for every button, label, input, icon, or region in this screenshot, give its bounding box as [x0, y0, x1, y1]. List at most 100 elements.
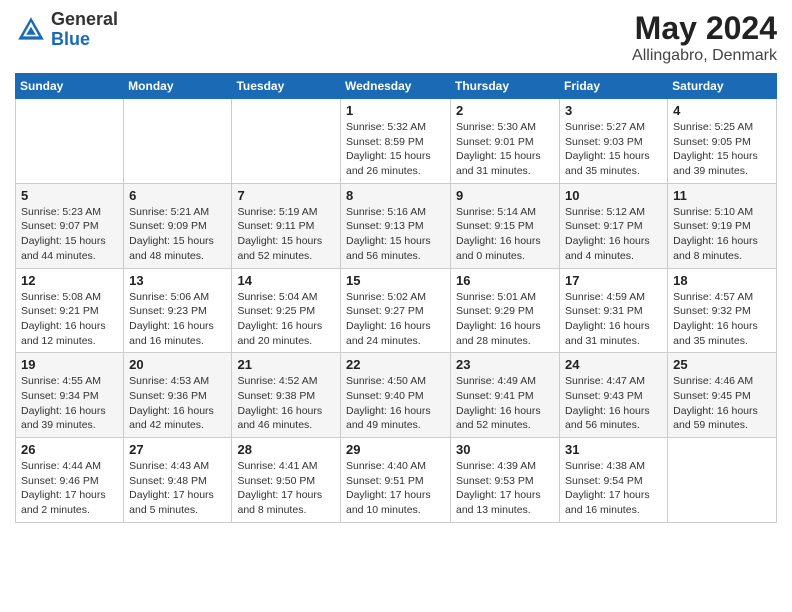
day-number: 6	[129, 188, 226, 203]
calendar-day-8: 8Sunrise: 5:16 AM Sunset: 9:13 PM Daylig…	[341, 183, 451, 268]
day-number: 27	[129, 442, 226, 457]
day-number: 13	[129, 273, 226, 288]
calendar-day-23: 23 Sunrise: 4:49 AM Sunset: 9:41 PM Dayli…	[451, 353, 560, 438]
day-number: 15	[346, 273, 445, 288]
day-number: 19	[21, 357, 118, 372]
calendar-title: May 2024	[632, 10, 777, 47]
day-info: Sunrise: 5:01 AM Sunset: 9:29 PM Dayligh…	[456, 290, 554, 349]
calendar-day-18: 18 Sunrise: 4:57 AM Sunset: 9:32 PM Dayli…	[668, 268, 777, 353]
day-header-wednesday: Wednesday	[341, 74, 451, 99]
logo-icon	[15, 14, 47, 46]
calendar-day-28: 28 Sunrise: 4:41 AM Sunset: 9:50 PM Dayli…	[232, 438, 341, 523]
calendar-day-3: 3Sunrise: 5:27 AM Sunset: 9:03 PM Daylig…	[560, 99, 668, 184]
calendar-week-3: 12 Sunrise: 5:08 AM Sunset: 9:21 PM Dayli…	[16, 268, 777, 353]
calendar-day-27: 27 Sunrise: 4:43 AM Sunset: 9:48 PM Dayli…	[124, 438, 232, 523]
day-number: 23	[456, 357, 554, 372]
day-info: Sunrise: 4:41 AM Sunset: 9:50 PM Dayligh…	[237, 459, 335, 518]
day-info: Sunrise: 4:59 AM Sunset: 9:31 PM Dayligh…	[565, 290, 662, 349]
day-header-monday: Monday	[124, 74, 232, 99]
calendar-day-7: 7 Sunrise: 5:19 AM Sunset: 9:11 PM Daylig…	[232, 183, 341, 268]
day-header-friday: Friday	[560, 74, 668, 99]
day-header-thursday: Thursday	[451, 74, 560, 99]
calendar-day-12: 12 Sunrise: 5:08 AM Sunset: 9:21 PM Dayli…	[16, 268, 124, 353]
day-number: 18	[673, 273, 771, 288]
calendar-day-30: 30 Sunrise: 4:39 AM Sunset: 9:53 PM Dayli…	[451, 438, 560, 523]
empty-cell	[668, 438, 777, 523]
day-info: Sunrise: 4:50 AM Sunset: 9:40 PM Dayligh…	[346, 374, 445, 433]
day-info: Sunrise: 5:12 AM Sunset: 9:17 PM Dayligh…	[565, 205, 662, 264]
day-info: Sunrise: 4:38 AM Sunset: 9:54 PM Dayligh…	[565, 459, 662, 518]
calendar-day-24: 24 Sunrise: 4:47 AM Sunset: 9:43 PM Dayli…	[560, 353, 668, 438]
calendar-day-17: 17 Sunrise: 4:59 AM Sunset: 9:31 PM Dayli…	[560, 268, 668, 353]
day-info: Sunrise: 5:32 AM Sunset: 8:59 PM Dayligh…	[346, 120, 445, 179]
day-number: 20	[129, 357, 226, 372]
day-number: 14	[237, 273, 335, 288]
calendar-day-5: 5Sunrise: 5:23 AM Sunset: 9:07 PM Daylig…	[16, 183, 124, 268]
logo: General Blue	[15, 10, 118, 50]
day-header-saturday: Saturday	[668, 74, 777, 99]
calendar-day-9: 9 Sunrise: 5:14 AM Sunset: 9:15 PM Daylig…	[451, 183, 560, 268]
day-info: Sunrise: 5:02 AM Sunset: 9:27 PM Dayligh…	[346, 290, 445, 349]
empty-cell	[124, 99, 232, 184]
calendar-day-16: 16 Sunrise: 5:01 AM Sunset: 9:29 PM Dayli…	[451, 268, 560, 353]
day-info: Sunrise: 5:27 AM Sunset: 9:03 PM Dayligh…	[565, 120, 662, 179]
calendar-day-25: 25 Sunrise: 4:46 AM Sunset: 9:45 PM Dayli…	[668, 353, 777, 438]
day-info: Sunrise: 5:21 AM Sunset: 9:09 PM Dayligh…	[129, 205, 226, 264]
day-info: Sunrise: 4:39 AM Sunset: 9:53 PM Dayligh…	[456, 459, 554, 518]
day-info: Sunrise: 4:44 AM Sunset: 9:46 PM Dayligh…	[21, 459, 118, 518]
calendar-day-14: 14 Sunrise: 5:04 AM Sunset: 9:25 PM Dayli…	[232, 268, 341, 353]
day-number: 21	[237, 357, 335, 372]
day-number: 9	[456, 188, 554, 203]
day-header-tuesday: Tuesday	[232, 74, 341, 99]
day-info: Sunrise: 5:04 AM Sunset: 9:25 PM Dayligh…	[237, 290, 335, 349]
calendar-location: Allingabro, Denmark	[632, 47, 777, 65]
day-number: 25	[673, 357, 771, 372]
day-info: Sunrise: 5:25 AM Sunset: 9:05 PM Dayligh…	[673, 120, 771, 179]
day-info: Sunrise: 4:53 AM Sunset: 9:36 PM Dayligh…	[129, 374, 226, 433]
day-info: Sunrise: 4:57 AM Sunset: 9:32 PM Dayligh…	[673, 290, 771, 349]
day-info: Sunrise: 5:08 AM Sunset: 9:21 PM Dayligh…	[21, 290, 118, 349]
day-number: 26	[21, 442, 118, 457]
day-info: Sunrise: 4:46 AM Sunset: 9:45 PM Dayligh…	[673, 374, 771, 433]
day-number: 2	[456, 103, 554, 118]
calendar-day-4: 4Sunrise: 5:25 AM Sunset: 9:05 PM Daylig…	[668, 99, 777, 184]
logo-text: General Blue	[51, 10, 118, 50]
calendar-day-6: 6 Sunrise: 5:21 AM Sunset: 9:09 PM Daylig…	[124, 183, 232, 268]
empty-cell	[16, 99, 124, 184]
day-info: Sunrise: 5:10 AM Sunset: 9:19 PM Dayligh…	[673, 205, 771, 264]
day-number: 7	[237, 188, 335, 203]
day-number: 17	[565, 273, 662, 288]
day-info: Sunrise: 4:43 AM Sunset: 9:48 PM Dayligh…	[129, 459, 226, 518]
page-header: General Blue May 2024 Allingabro, Denmar…	[15, 10, 777, 65]
day-info: Sunrise: 4:52 AM Sunset: 9:38 PM Dayligh…	[237, 374, 335, 433]
calendar-week-4: 19 Sunrise: 4:55 AM Sunset: 9:34 PM Dayli…	[16, 353, 777, 438]
day-info: Sunrise: 4:49 AM Sunset: 9:41 PM Dayligh…	[456, 374, 554, 433]
logo-blue: Blue	[51, 30, 118, 50]
calendar-day-10: 10 Sunrise: 5:12 AM Sunset: 9:17 PM Dayli…	[560, 183, 668, 268]
calendar-day-15: 15 Sunrise: 5:02 AM Sunset: 9:27 PM Dayli…	[341, 268, 451, 353]
day-number: 30	[456, 442, 554, 457]
day-number: 10	[565, 188, 662, 203]
calendar-day-2: 2Sunrise: 5:30 AM Sunset: 9:01 PM Daylig…	[451, 99, 560, 184]
calendar-week-2: 5Sunrise: 5:23 AM Sunset: 9:07 PM Daylig…	[16, 183, 777, 268]
day-number: 22	[346, 357, 445, 372]
day-info: Sunrise: 5:16 AM Sunset: 9:13 PM Dayligh…	[346, 205, 445, 264]
calendar-day-29: 29 Sunrise: 4:40 AM Sunset: 9:51 PM Dayli…	[341, 438, 451, 523]
calendar-day-19: 19 Sunrise: 4:55 AM Sunset: 9:34 PM Dayli…	[16, 353, 124, 438]
title-block: May 2024 Allingabro, Denmark	[632, 10, 777, 65]
day-info: Sunrise: 4:40 AM Sunset: 9:51 PM Dayligh…	[346, 459, 445, 518]
day-number: 31	[565, 442, 662, 457]
day-number: 16	[456, 273, 554, 288]
calendar-table: SundayMondayTuesdayWednesdayThursdayFrid…	[15, 73, 777, 523]
day-info: Sunrise: 4:55 AM Sunset: 9:34 PM Dayligh…	[21, 374, 118, 433]
calendar-week-5: 26 Sunrise: 4:44 AM Sunset: 9:46 PM Dayli…	[16, 438, 777, 523]
day-info: Sunrise: 5:14 AM Sunset: 9:15 PM Dayligh…	[456, 205, 554, 264]
day-number: 24	[565, 357, 662, 372]
calendar-day-1: 1Sunrise: 5:32 AM Sunset: 8:59 PM Daylig…	[341, 99, 451, 184]
day-number: 28	[237, 442, 335, 457]
day-number: 29	[346, 442, 445, 457]
day-info: Sunrise: 4:47 AM Sunset: 9:43 PM Dayligh…	[565, 374, 662, 433]
day-number: 12	[21, 273, 118, 288]
day-info: Sunrise: 5:19 AM Sunset: 9:11 PM Dayligh…	[237, 205, 335, 264]
day-header-sunday: Sunday	[16, 74, 124, 99]
